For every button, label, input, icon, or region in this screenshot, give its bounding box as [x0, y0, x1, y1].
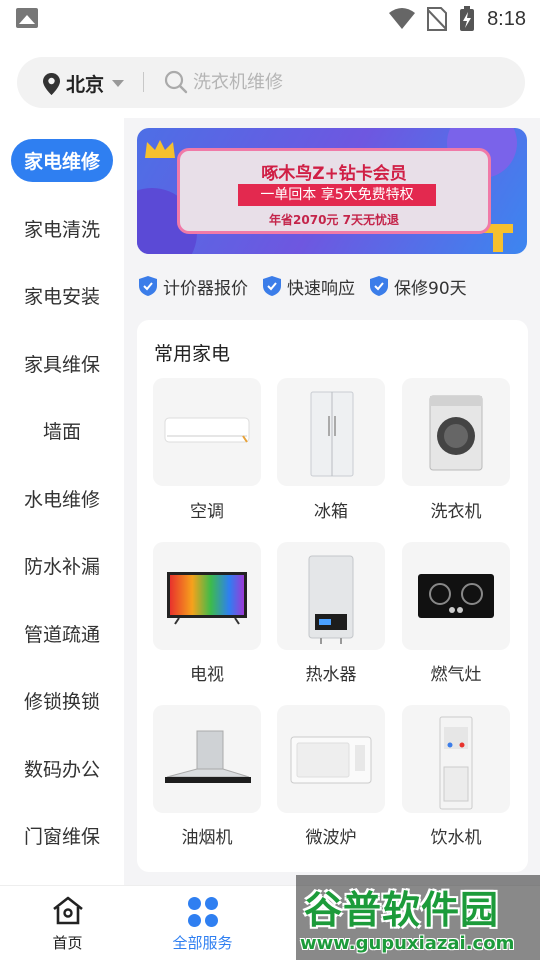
- air-conditioner-icon: [164, 417, 250, 443]
- search-input[interactable]: [193, 67, 493, 97]
- gas-stove-icon: [418, 574, 494, 618]
- water-dispenser-icon: [439, 716, 473, 810]
- guarantee-label: 保修90天: [394, 278, 467, 299]
- guarantee-item: 保修90天: [369, 274, 467, 299]
- sidebar-item-label: 墙面: [42, 420, 81, 443]
- all-services-icon: [187, 897, 218, 927]
- sidebar-item-door-window[interactable]: 门窗维保: [0, 813, 124, 857]
- appliance-tile-gas-stove[interactable]: [402, 542, 510, 650]
- chevron-down-icon: [112, 80, 125, 87]
- appliance-label: 洗衣机: [430, 502, 482, 522]
- guarantee-label: 计价器报价: [163, 278, 248, 299]
- search-header: 北京: [0, 38, 540, 118]
- appliance-label: 燃气灶: [430, 665, 482, 685]
- appliance-tile-microwave[interactable]: [277, 705, 385, 813]
- category-sidebar: 家电维修 家电清洗 家电安装 家具维保 墙面 水电维修 防水补漏 管道疏通 修锁…: [0, 118, 124, 885]
- sidebar-item-label: 水电维修: [23, 488, 100, 511]
- wifi-icon: [389, 8, 416, 29]
- appliance-label: 油烟机: [181, 828, 233, 848]
- nav-label: 首页: [52, 934, 83, 952]
- location-pin-icon: [43, 72, 60, 95]
- water-heater-icon: [308, 555, 354, 644]
- shield-check-icon: [139, 276, 157, 296]
- service-guarantees: 计价器报价 快速响应 保修90天: [138, 272, 481, 300]
- appliance-tile-water-dispenser[interactable]: [402, 705, 510, 813]
- sidebar-item-label: 管道疏通: [23, 623, 100, 646]
- sidebar-item-label: 修锁换锁: [23, 690, 100, 713]
- sidebar-item-wall[interactable]: 墙面: [0, 408, 124, 452]
- appliance-tile-air-conditioner[interactable]: [153, 378, 261, 486]
- sidebar-item-label: 家电维修: [10, 138, 113, 182]
- common-appliances-panel: 常用家电 空调 冰箱 洗衣机 电视 热水器 燃气灶 油烟机 微波炉 饮水机: [137, 320, 528, 872]
- sidebar-item-appliance-cleaning[interactable]: 家电清洗: [0, 206, 124, 250]
- section-title: 常用家电: [154, 343, 231, 365]
- sidebar-item-label: 防水补漏: [23, 555, 100, 578]
- appliance-tile-tv[interactable]: [153, 542, 261, 650]
- guarantee-item: 计价器报价: [138, 274, 248, 299]
- image-icon: [16, 8, 38, 28]
- sidebar-item-label: 家电清洗: [23, 218, 100, 241]
- appliance-label: 热水器: [305, 665, 357, 685]
- city-selector[interactable]: 北京: [43, 70, 125, 97]
- banner-title: 啄木鸟Z+钻卡会员: [261, 164, 407, 184]
- watermark-title: 谷普软件园: [304, 888, 500, 932]
- status-time: 8:18: [487, 7, 526, 30]
- sidebar-item-pipe-unclog[interactable]: 管道疏通: [0, 611, 124, 655]
- refrigerator-icon: [310, 391, 354, 477]
- sidebar-item-appliance-install[interactable]: 家电安装: [0, 273, 124, 317]
- sidebar-item-furniture-maintenance[interactable]: 家具维保: [0, 341, 124, 385]
- sidebar-item-label: 家具维保: [23, 353, 100, 376]
- guarantee-item: 快速响应: [262, 274, 355, 299]
- appliance-label: 饮水机: [430, 828, 482, 848]
- appliance-tile-water-heater[interactable]: [277, 542, 385, 650]
- microwave-icon: [290, 736, 372, 784]
- battery-charging-icon: [460, 6, 475, 31]
- guarantee-label: 快速响应: [287, 278, 355, 299]
- appliance-label: 空调: [190, 502, 224, 522]
- appliance-tile-range-hood[interactable]: [153, 705, 261, 813]
- appliance-label: 电视: [190, 665, 224, 685]
- shield-check-icon: [370, 276, 388, 296]
- shield-check-icon: [263, 276, 281, 296]
- divider: [143, 72, 144, 92]
- appliance-label: 冰箱: [314, 502, 348, 522]
- banner-ribbon: 一单回本 享5大免费特权: [238, 184, 436, 206]
- crown-icon: [145, 140, 175, 158]
- search-box: 北京: [17, 57, 525, 108]
- appliance-tile-washing-machine[interactable]: [402, 378, 510, 486]
- watermark: 谷普软件园 www.gupuxiazai.com: [296, 875, 540, 960]
- sidebar-item-lock-service[interactable]: 修锁换锁: [0, 678, 124, 722]
- nav-home[interactable]: 首页: [0, 886, 135, 960]
- sidebar-item-appliance-repair[interactable]: 家电维修: [0, 138, 124, 182]
- nav-label: 全部服务: [172, 934, 233, 952]
- watermark-url: www.gupuxiazai.com: [300, 933, 515, 954]
- sidebar-item-waterproofing[interactable]: 防水补漏: [0, 543, 124, 587]
- banner-card: 啄木鸟Z+钻卡会员 一单回本 享5大免费特权 年省2070元 7天无忧退: [177, 148, 491, 234]
- home-icon: [52, 896, 83, 925]
- city-label: 北京: [66, 74, 105, 96]
- membership-banner[interactable]: 啄木鸟Z+钻卡会员 一单回本 享5大免费特权 年省2070元 7天无忧退: [137, 128, 527, 254]
- sidebar-item-label: 数码办公: [23, 758, 100, 781]
- tv-icon: [167, 572, 247, 625]
- washing-machine-icon: [429, 395, 483, 471]
- sidebar-item-digital-office[interactable]: 数码办公: [0, 746, 124, 790]
- no-sim-icon: [427, 7, 448, 31]
- nav-all-services[interactable]: 全部服务: [135, 886, 270, 960]
- range-hood-icon: [165, 730, 251, 783]
- sidebar-item-plumbing-electric[interactable]: 水电维修: [0, 476, 124, 520]
- sidebar-item-label: 家电安装: [23, 285, 100, 308]
- search-icon: [164, 70, 188, 94]
- sidebar-item-label: 门窗维保: [23, 825, 100, 848]
- appliance-tile-refrigerator[interactable]: [277, 378, 385, 486]
- appliance-label: 微波炉: [305, 828, 357, 848]
- banner-subtitle: 年省2070元 7天无忧退: [269, 213, 399, 227]
- status-bar: 8:18: [0, 0, 540, 38]
